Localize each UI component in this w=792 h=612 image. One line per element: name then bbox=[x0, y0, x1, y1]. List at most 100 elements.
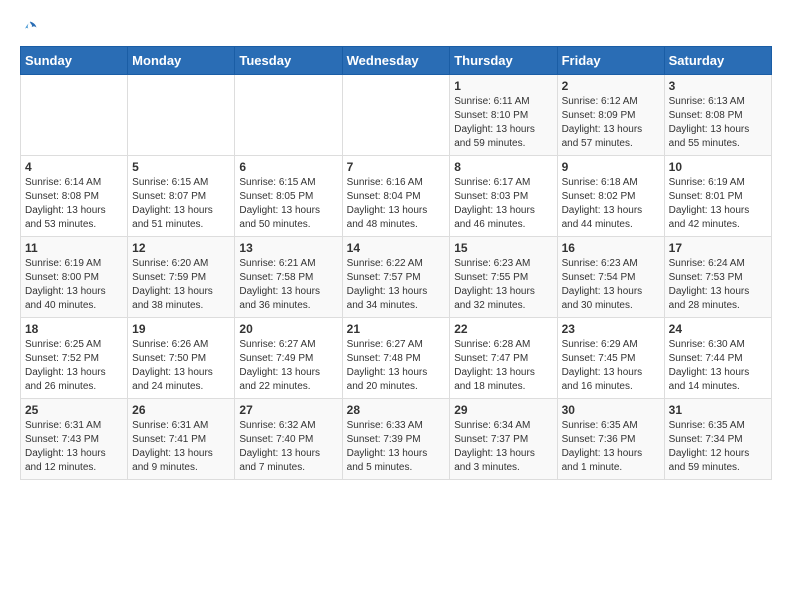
calendar-cell: 25 Sunrise: 6:31 AM Sunset: 7:43 PM Dayli… bbox=[21, 399, 128, 480]
calendar-cell: 12 Sunrise: 6:20 AM Sunset: 7:59 PM Dayli… bbox=[128, 237, 235, 318]
calendar-header: SundayMondayTuesdayWednesdayThursdayFrid… bbox=[21, 47, 772, 75]
calendar-week-row: 18 Sunrise: 6:25 AM Sunset: 7:52 PM Dayli… bbox=[21, 318, 772, 399]
calendar-body: 1Sunrise: 6:11 AM Sunset: 8:10 PM Daylig… bbox=[21, 75, 772, 480]
day-number: 9 bbox=[562, 160, 660, 174]
day-number: 18 bbox=[25, 322, 123, 336]
calendar-cell: 10 Sunrise: 6:19 AM Sunset: 8:01 PM Dayli… bbox=[664, 156, 771, 237]
logo-bird-icon bbox=[22, 20, 38, 36]
calendar-cell: 29 Sunrise: 6:34 AM Sunset: 7:37 PM Dayli… bbox=[450, 399, 557, 480]
day-info: Sunrise: 6:13 AM Sunset: 8:08 PM Dayligh… bbox=[669, 95, 767, 151]
day-number: 27 bbox=[239, 403, 337, 417]
weekday-header-sunday: Sunday bbox=[21, 47, 128, 75]
day-number: 3 bbox=[669, 79, 767, 93]
day-info: Sunrise: 6:25 AM Sunset: 7:52 PM Dayligh… bbox=[25, 338, 123, 394]
calendar-cell: 22Sunrise: 6:28 AM Sunset: 7:47 PM Dayli… bbox=[450, 318, 557, 399]
day-info: Sunrise: 6:23 AM Sunset: 7:55 PM Dayligh… bbox=[454, 257, 552, 313]
calendar-cell: 4 Sunrise: 6:14 AM Sunset: 8:08 PM Daylig… bbox=[21, 156, 128, 237]
calendar-cell bbox=[128, 75, 235, 156]
day-number: 20 bbox=[239, 322, 337, 336]
logo bbox=[20, 20, 38, 36]
weekday-header-wednesday: Wednesday bbox=[342, 47, 450, 75]
weekday-header-tuesday: Tuesday bbox=[235, 47, 342, 75]
calendar-cell: 14 Sunrise: 6:22 AM Sunset: 7:57 PM Dayli… bbox=[342, 237, 450, 318]
calendar-week-row: 1Sunrise: 6:11 AM Sunset: 8:10 PM Daylig… bbox=[21, 75, 772, 156]
calendar-cell: 17 Sunrise: 6:24 AM Sunset: 7:53 PM Dayli… bbox=[664, 237, 771, 318]
day-number: 13 bbox=[239, 241, 337, 255]
weekday-header-friday: Friday bbox=[557, 47, 664, 75]
day-info: Sunrise: 6:31 AM Sunset: 7:41 PM Dayligh… bbox=[132, 419, 230, 475]
day-info: Sunrise: 6:19 AM Sunset: 8:01 PM Dayligh… bbox=[669, 176, 767, 232]
calendar-cell: 23 Sunrise: 6:29 AM Sunset: 7:45 PM Dayli… bbox=[557, 318, 664, 399]
day-number: 16 bbox=[562, 241, 660, 255]
calendar-cell: 11 Sunrise: 6:19 AM Sunset: 8:00 PM Dayli… bbox=[21, 237, 128, 318]
calendar-cell: 6 Sunrise: 6:15 AM Sunset: 8:05 PM Daylig… bbox=[235, 156, 342, 237]
day-info: Sunrise: 6:15 AM Sunset: 8:05 PM Dayligh… bbox=[239, 176, 337, 232]
day-info: Sunrise: 6:33 AM Sunset: 7:39 PM Dayligh… bbox=[347, 419, 446, 475]
day-number: 28 bbox=[347, 403, 446, 417]
day-number: 10 bbox=[669, 160, 767, 174]
day-number: 31 bbox=[669, 403, 767, 417]
day-info: Sunrise: 6:34 AM Sunset: 7:37 PM Dayligh… bbox=[454, 419, 552, 475]
day-number: 7 bbox=[347, 160, 446, 174]
day-number: 30 bbox=[562, 403, 660, 417]
day-number: 23 bbox=[562, 322, 660, 336]
day-info: Sunrise: 6:15 AM Sunset: 8:07 PM Dayligh… bbox=[132, 176, 230, 232]
calendar-week-row: 25 Sunrise: 6:31 AM Sunset: 7:43 PM Dayli… bbox=[21, 399, 772, 480]
calendar-cell: 13Sunrise: 6:21 AM Sunset: 7:58 PM Dayli… bbox=[235, 237, 342, 318]
calendar-cell: 20Sunrise: 6:27 AM Sunset: 7:49 PM Dayli… bbox=[235, 318, 342, 399]
day-info: Sunrise: 6:16 AM Sunset: 8:04 PM Dayligh… bbox=[347, 176, 446, 232]
weekday-header-saturday: Saturday bbox=[664, 47, 771, 75]
day-info: Sunrise: 6:35 AM Sunset: 7:36 PM Dayligh… bbox=[562, 419, 660, 475]
calendar-week-row: 4 Sunrise: 6:14 AM Sunset: 8:08 PM Daylig… bbox=[21, 156, 772, 237]
day-info: Sunrise: 6:24 AM Sunset: 7:53 PM Dayligh… bbox=[669, 257, 767, 313]
day-info: Sunrise: 6:22 AM Sunset: 7:57 PM Dayligh… bbox=[347, 257, 446, 313]
calendar-cell: 19 Sunrise: 6:26 AM Sunset: 7:50 PM Dayli… bbox=[128, 318, 235, 399]
day-number: 29 bbox=[454, 403, 552, 417]
day-number: 8 bbox=[454, 160, 552, 174]
day-info: Sunrise: 6:14 AM Sunset: 8:08 PM Dayligh… bbox=[25, 176, 123, 232]
day-number: 11 bbox=[25, 241, 123, 255]
day-info: Sunrise: 6:11 AM Sunset: 8:10 PM Dayligh… bbox=[454, 95, 552, 151]
calendar-cell: 15Sunrise: 6:23 AM Sunset: 7:55 PM Dayli… bbox=[450, 237, 557, 318]
calendar-cell: 3 Sunrise: 6:13 AM Sunset: 8:08 PM Daylig… bbox=[664, 75, 771, 156]
weekday-header-row: SundayMondayTuesdayWednesdayThursdayFrid… bbox=[21, 47, 772, 75]
calendar-cell: 2 Sunrise: 6:12 AM Sunset: 8:09 PM Daylig… bbox=[557, 75, 664, 156]
day-number: 25 bbox=[25, 403, 123, 417]
weekday-header-thursday: Thursday bbox=[450, 47, 557, 75]
day-number: 6 bbox=[239, 160, 337, 174]
calendar-cell: 21 Sunrise: 6:27 AM Sunset: 7:48 PM Dayli… bbox=[342, 318, 450, 399]
day-number: 21 bbox=[347, 322, 446, 336]
day-info: Sunrise: 6:27 AM Sunset: 7:48 PM Dayligh… bbox=[347, 338, 446, 394]
calendar-cell: 1Sunrise: 6:11 AM Sunset: 8:10 PM Daylig… bbox=[450, 75, 557, 156]
calendar-cell: 9 Sunrise: 6:18 AM Sunset: 8:02 PM Daylig… bbox=[557, 156, 664, 237]
calendar-cell: 28 Sunrise: 6:33 AM Sunset: 7:39 PM Dayli… bbox=[342, 399, 450, 480]
day-info: Sunrise: 6:17 AM Sunset: 8:03 PM Dayligh… bbox=[454, 176, 552, 232]
day-info: Sunrise: 6:32 AM Sunset: 7:40 PM Dayligh… bbox=[239, 419, 337, 475]
day-info: Sunrise: 6:26 AM Sunset: 7:50 PM Dayligh… bbox=[132, 338, 230, 394]
day-info: Sunrise: 6:29 AM Sunset: 7:45 PM Dayligh… bbox=[562, 338, 660, 394]
day-number: 5 bbox=[132, 160, 230, 174]
day-info: Sunrise: 6:20 AM Sunset: 7:59 PM Dayligh… bbox=[132, 257, 230, 313]
day-number: 17 bbox=[669, 241, 767, 255]
day-info: Sunrise: 6:19 AM Sunset: 8:00 PM Dayligh… bbox=[25, 257, 123, 313]
calendar-cell: 26 Sunrise: 6:31 AM Sunset: 7:41 PM Dayli… bbox=[128, 399, 235, 480]
calendar-table: SundayMondayTuesdayWednesdayThursdayFrid… bbox=[20, 46, 772, 480]
day-number: 12 bbox=[132, 241, 230, 255]
day-info: Sunrise: 6:28 AM Sunset: 7:47 PM Dayligh… bbox=[454, 338, 552, 394]
weekday-header-monday: Monday bbox=[128, 47, 235, 75]
day-info: Sunrise: 6:18 AM Sunset: 8:02 PM Dayligh… bbox=[562, 176, 660, 232]
day-number: 26 bbox=[132, 403, 230, 417]
calendar-cell: 18 Sunrise: 6:25 AM Sunset: 7:52 PM Dayli… bbox=[21, 318, 128, 399]
calendar-cell: 24Sunrise: 6:30 AM Sunset: 7:44 PM Dayli… bbox=[664, 318, 771, 399]
day-info: Sunrise: 6:31 AM Sunset: 7:43 PM Dayligh… bbox=[25, 419, 123, 475]
calendar-cell: 16 Sunrise: 6:23 AM Sunset: 7:54 PM Dayli… bbox=[557, 237, 664, 318]
day-number: 4 bbox=[25, 160, 123, 174]
day-info: Sunrise: 6:23 AM Sunset: 7:54 PM Dayligh… bbox=[562, 257, 660, 313]
day-number: 2 bbox=[562, 79, 660, 93]
day-number: 14 bbox=[347, 241, 446, 255]
calendar-cell: 30 Sunrise: 6:35 AM Sunset: 7:36 PM Dayli… bbox=[557, 399, 664, 480]
day-info: Sunrise: 6:12 AM Sunset: 8:09 PM Dayligh… bbox=[562, 95, 660, 151]
day-number: 19 bbox=[132, 322, 230, 336]
calendar-cell: 31Sunrise: 6:35 AM Sunset: 7:34 PM Dayli… bbox=[664, 399, 771, 480]
calendar-cell: 5 Sunrise: 6:15 AM Sunset: 8:07 PM Daylig… bbox=[128, 156, 235, 237]
